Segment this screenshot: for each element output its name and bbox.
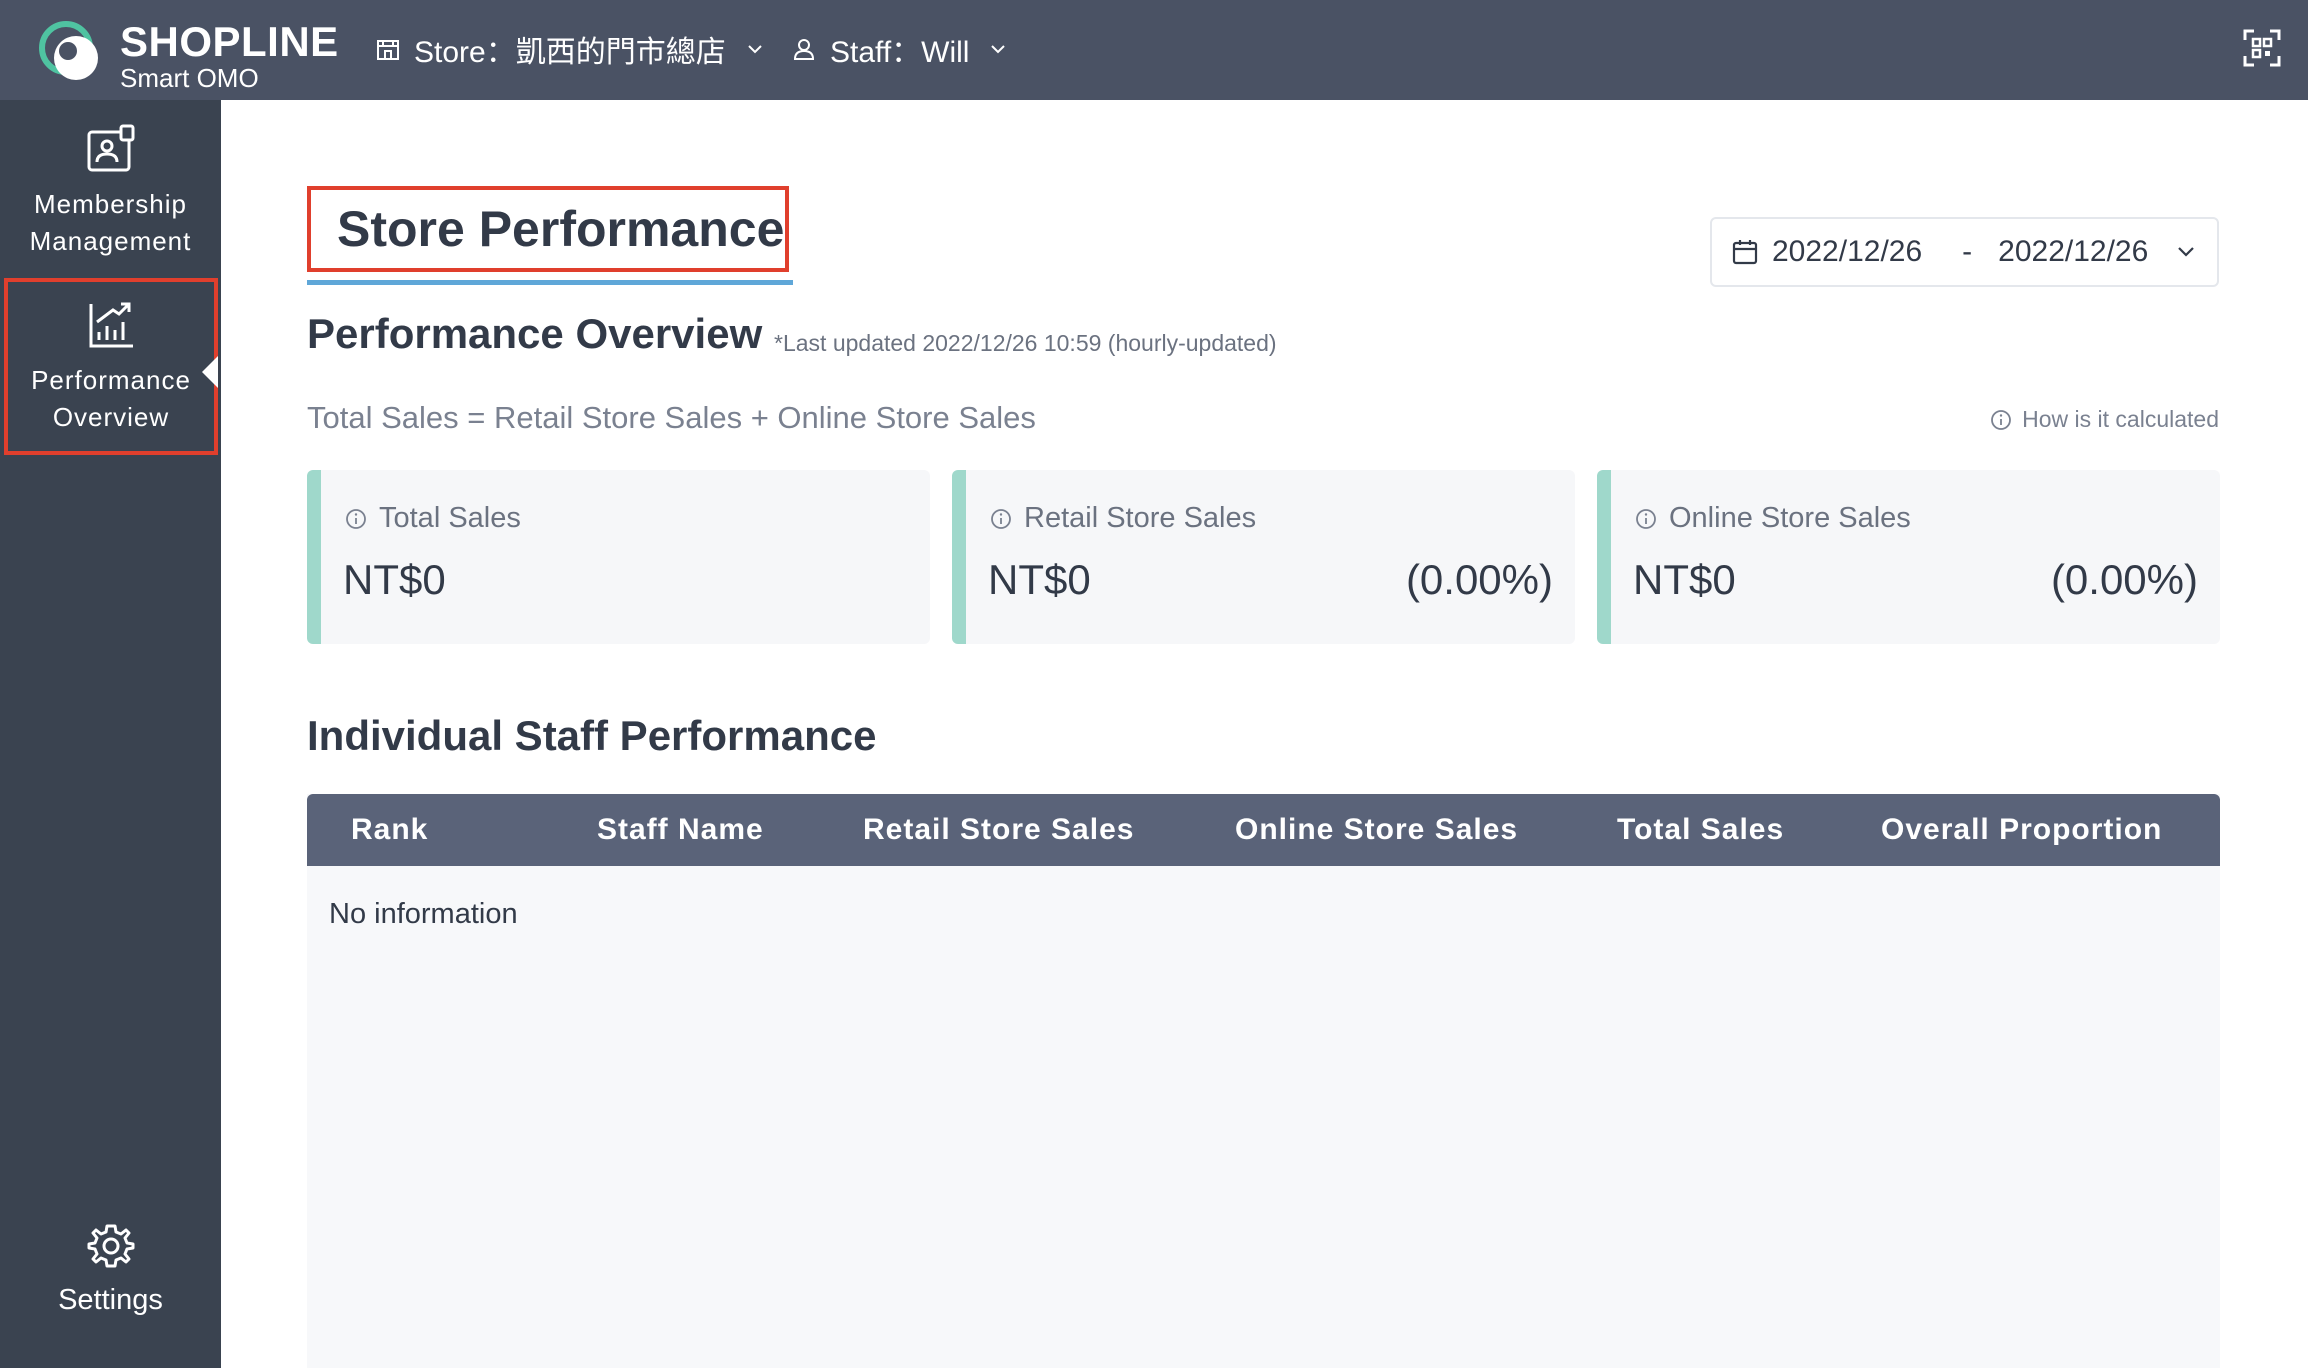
membership-card-icon bbox=[83, 122, 139, 178]
card-label-text: Total Sales bbox=[379, 502, 521, 534]
online-store-sales-card: Online Store Sales NT$0 (0.00%) bbox=[1597, 470, 2220, 644]
table-header: Rank Staff Name Retail Store Sales Onlin… bbox=[307, 794, 2220, 866]
scan-icon bbox=[2243, 29, 2281, 67]
shopline-logo[interactable]: SHOPLINE Smart OMO bbox=[36, 14, 339, 92]
page-title-highlight: Store Performance bbox=[307, 186, 789, 272]
store-label: Store：凱西的門市總店 bbox=[414, 36, 726, 69]
sidebar-item-label: Performance Overview bbox=[31, 365, 191, 432]
logo-mark-icon bbox=[39, 21, 98, 80]
retail-store-sales-card: Retail Store Sales NT$0 (0.00%) bbox=[952, 470, 1575, 644]
store-selector[interactable]: Store：凱西的門市總店 bbox=[374, 26, 766, 72]
sales-formula: Total Sales = Retail Store Sales + Onlin… bbox=[307, 400, 1036, 435]
card-label: Retail Store Sales bbox=[990, 502, 1256, 535]
chevron-down-icon bbox=[987, 38, 1009, 60]
column-header-rank[interactable]: Rank bbox=[351, 794, 428, 866]
total-sales-card: Total Sales NT$0 bbox=[307, 470, 930, 644]
card-percent: (0.00%) bbox=[2050, 556, 2198, 603]
sidebar-item-settings[interactable]: Settings bbox=[0, 1218, 221, 1319]
how-calculated-link[interactable]: How is it calculated bbox=[1990, 406, 2219, 433]
empty-state-text: No information bbox=[329, 898, 518, 930]
staff-performance-table: Rank Staff Name Retail Store Sales Onlin… bbox=[307, 794, 2220, 1368]
card-label: Total Sales bbox=[345, 502, 521, 535]
title-underline bbox=[307, 280, 793, 285]
active-indicator bbox=[202, 356, 218, 388]
info-icon[interactable] bbox=[1635, 508, 1657, 530]
info-icon[interactable] bbox=[345, 508, 367, 530]
page-title: Store Performance bbox=[337, 201, 785, 257]
sidebar-item-label: Settings bbox=[58, 1284, 163, 1316]
sidebar: Membership Management Performance Overview… bbox=[0, 100, 221, 1368]
performance-chart-icon bbox=[83, 298, 139, 354]
logo-subtitle: Smart OMO bbox=[120, 63, 259, 93]
user-icon bbox=[790, 35, 818, 63]
chevron-down-icon bbox=[2173, 239, 2199, 265]
logo-brand-text: SHOPLINE bbox=[120, 18, 339, 65]
info-icon[interactable] bbox=[990, 508, 1012, 530]
date-start[interactable]: 2022/12/26 bbox=[1772, 235, 1922, 269]
column-header-total-sales[interactable]: Total Sales bbox=[1617, 794, 1784, 866]
sidebar-item-performance-overview[interactable]: Performance Overview bbox=[4, 278, 218, 455]
staff-label: Staff：Will bbox=[830, 36, 970, 69]
gear-icon bbox=[83, 1218, 139, 1274]
scan-qr-button[interactable] bbox=[2242, 28, 2282, 68]
date-separator: - bbox=[1962, 235, 1973, 268]
performance-overview-title: Performance Overview bbox=[307, 310, 763, 357]
card-label-text: Online Store Sales bbox=[1669, 502, 1911, 534]
card-label-text: Retail Store Sales bbox=[1024, 502, 1257, 534]
top-bar: SHOPLINE Smart OMO Store：凱西的門市總店 Staff：W… bbox=[0, 0, 2308, 100]
date-end[interactable]: 2022/12/26 bbox=[1998, 235, 2148, 269]
calendar-icon bbox=[1730, 237, 1760, 267]
date-range-picker[interactable]: 2022/12/26 - 2022/12/26 bbox=[1710, 217, 2219, 287]
chevron-down-icon bbox=[744, 38, 766, 60]
main-content: Store Performance 2022/12/26 - 2022/12/2… bbox=[221, 100, 2308, 1368]
card-value: NT$0 bbox=[343, 556, 446, 603]
card-value: NT$0 bbox=[988, 556, 1091, 603]
column-header-retail-store-sales[interactable]: Retail Store Sales bbox=[863, 794, 1134, 866]
column-header-staff-name[interactable]: Staff Name bbox=[597, 794, 764, 866]
column-header-overall-proportion[interactable]: Overall Proportion bbox=[1881, 794, 2162, 866]
sidebar-item-membership-management[interactable]: Membership Management bbox=[0, 122, 221, 260]
staff-selector[interactable]: Staff：Will bbox=[790, 26, 1009, 72]
how-calculated-label: How is it calculated bbox=[2022, 406, 2219, 432]
last-updated-text: *Last updated 2022/12/26 10:59 (hourly-u… bbox=[774, 330, 1277, 356]
card-percent: (0.00%) bbox=[1405, 556, 1553, 603]
card-label: Online Store Sales bbox=[1635, 502, 1911, 535]
sales-cards: Total Sales NT$0 Retail Store Sales NT$0… bbox=[307, 470, 2220, 644]
column-header-online-store-sales[interactable]: Online Store Sales bbox=[1235, 794, 1518, 866]
staff-performance-title: Individual Staff Performance bbox=[307, 712, 877, 759]
info-icon bbox=[1990, 409, 2012, 431]
card-value: NT$0 bbox=[1633, 556, 1736, 603]
store-icon bbox=[374, 35, 402, 63]
sidebar-item-label: Membership Management bbox=[29, 189, 192, 256]
